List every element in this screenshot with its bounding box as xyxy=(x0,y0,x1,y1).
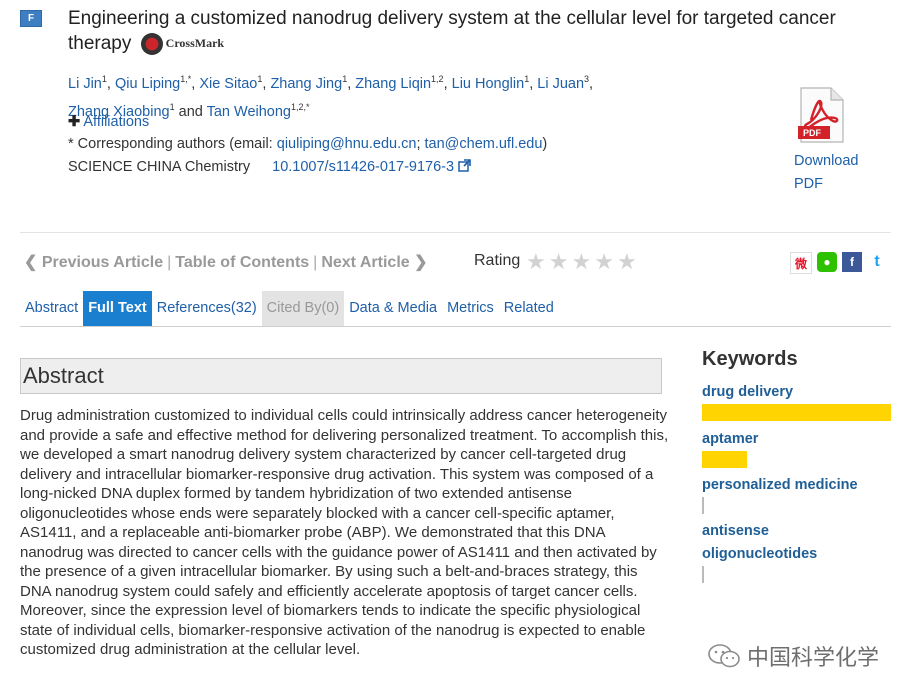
svg-text:PDF: PDF xyxy=(803,128,822,138)
wechat-icon[interactable]: ● xyxy=(817,252,837,272)
watermark-text: 中国科学化学 xyxy=(747,645,880,670)
pdf-label: PDF xyxy=(794,176,823,192)
watermark: 中国科学化学 xyxy=(707,640,879,672)
corresponding-authors: * Corresponding authors (email: qiulipin… xyxy=(68,136,547,152)
keyword-link[interactable]: aptamer xyxy=(702,428,892,451)
affiliations-toggle[interactable]: ✚ Affiliations xyxy=(68,114,149,130)
crossmark-button[interactable]: CrossMark xyxy=(140,31,225,56)
author-item: Li Juan3 xyxy=(537,74,590,92)
keyword-link[interactable]: antisense oligonucleotides xyxy=(702,520,822,566)
share-icons: 微 ● f t xyxy=(790,252,887,274)
rating-star-icon[interactable]: ★ xyxy=(617,250,637,274)
rating-star-icon[interactable]: ★ xyxy=(594,250,614,274)
article-type-badge: F xyxy=(20,10,42,27)
author-affiliation-sup: 3 xyxy=(584,74,590,84)
facebook-icon[interactable]: f xyxy=(842,252,862,272)
abstract-heading: Abstract xyxy=(20,358,662,394)
email-separator: ; xyxy=(416,136,425,152)
tabs-divider xyxy=(20,326,891,327)
author-link[interactable]: Zhang Jing xyxy=(270,76,342,92)
rating-star-icon[interactable]: ★ xyxy=(571,250,591,274)
rating-star-icon[interactable]: ★ xyxy=(549,250,569,274)
tab-metrics[interactable]: Metrics xyxy=(442,291,499,326)
keyword-link[interactable]: personalized medicine xyxy=(702,474,892,497)
twitter-icon[interactable]: t xyxy=(867,252,887,272)
article-tabs: Abstract Full Text References(32) Cited By(… xyxy=(20,291,559,326)
previous-article-link[interactable]: ❮ Previous Article xyxy=(24,254,163,271)
external-link-icon xyxy=(458,159,471,172)
author-affiliation-sup: 1 xyxy=(101,74,107,84)
author-link[interactable]: Li Juan xyxy=(537,76,584,92)
corresponding-prefix: * Corresponding authors (email: xyxy=(68,136,277,152)
affiliations-link[interactable]: Affiliations xyxy=(83,114,149,130)
doi-text: 10.1007/s11426-017-9176-3 xyxy=(272,159,455,175)
tab-data-media[interactable]: Data & Media xyxy=(344,291,442,326)
chevron-right-icon: ❯ xyxy=(414,254,428,271)
tab-full-text[interactable]: Full Text xyxy=(83,291,152,326)
email-link-2[interactable]: tan@chem.ufl.edu xyxy=(425,136,543,152)
article-title-block: Engineering a customized nanodrug delive… xyxy=(68,6,888,56)
author-link[interactable]: Zhang Liqin xyxy=(355,76,431,92)
author-link[interactable]: Qiu Liping xyxy=(115,76,180,92)
and-word: and xyxy=(178,103,203,120)
author-link[interactable]: Xie Sitao xyxy=(199,76,257,92)
tab-references[interactable]: References(32) xyxy=(152,291,262,326)
keyword-link[interactable]: drug delivery xyxy=(702,381,892,404)
tab-cited-by[interactable]: Cited By(0) xyxy=(261,291,345,326)
weibo-icon[interactable]: 微 xyxy=(790,252,812,274)
keyword-frequency-bar xyxy=(702,404,891,421)
article-navigation: ❮ Previous Article | Table of Contents | Nex… xyxy=(24,252,428,272)
chevron-left-icon: ❮ xyxy=(24,254,38,271)
author-affiliation-sup: 1 xyxy=(342,74,348,84)
pdf-icon[interactable]: PDF xyxy=(797,86,847,144)
author-affiliation-sup: 1 xyxy=(169,101,175,112)
download-label: Download xyxy=(794,153,859,169)
nav-separator: | xyxy=(313,254,318,271)
download-pdf-link[interactable]: Download PDF xyxy=(794,150,859,196)
previous-label: Previous Article xyxy=(41,254,164,271)
author-affiliation-sup: 1,2,* xyxy=(290,101,310,112)
keywords-heading: Keywords xyxy=(702,348,798,370)
journal-line: SCIENCE CHINA Chemistry 10.1007/s11426-0… xyxy=(68,159,471,175)
author-affiliation-sup: 1,2 xyxy=(431,74,444,84)
corresponding-suffix: ) xyxy=(542,136,548,152)
keyword-frequency-bar xyxy=(702,566,704,583)
email-link-1[interactable]: qiuliping@hnu.edu.cn xyxy=(277,136,417,152)
author-item: Xie Sitao1 xyxy=(199,74,263,92)
crossmark-icon xyxy=(140,32,163,55)
author-item: Li Jin1 xyxy=(68,74,107,92)
divider xyxy=(20,232,891,233)
author-affiliation-sup: 1,* xyxy=(180,74,192,84)
author-item: Tan Weihong1,2,* xyxy=(207,101,310,120)
journal-name: SCIENCE CHINA Chemistry xyxy=(68,159,251,175)
author-item: Zhang Liqin1,2 xyxy=(355,74,444,92)
author-item: Zhang Jing1 xyxy=(270,74,348,92)
crossmark-label: CrossMark xyxy=(165,36,225,51)
doi-link[interactable]: 10.1007/s11426-017-9176-3 xyxy=(272,159,471,175)
plus-icon: ✚ xyxy=(68,114,81,130)
keyword-frequency-bar xyxy=(702,451,747,468)
author-item: Qiu Liping1,* xyxy=(115,74,192,92)
next-label: Next Article xyxy=(321,254,410,271)
wechat-watermark-icon xyxy=(708,644,740,668)
author-link[interactable]: Tan Weihong xyxy=(207,104,291,120)
rating-stars: ★ ★ ★ ★ ★ xyxy=(526,250,637,274)
rating-star-icon[interactable]: ★ xyxy=(526,250,546,274)
keyword-frequency-bar xyxy=(702,497,704,514)
rating-label: Rating xyxy=(474,252,521,269)
author-link[interactable]: Li Jin xyxy=(68,76,102,92)
author-affiliation-sup: 1 xyxy=(524,74,530,84)
tab-related[interactable]: Related xyxy=(499,291,559,326)
abstract-text: Drug administration customized to indivi… xyxy=(20,407,669,658)
author-list: Li Jin1, Qiu Liping1,*, Xie Sitao1, Zhan… xyxy=(68,74,594,120)
author-affiliation-sup: 1 xyxy=(257,74,263,84)
next-article-link[interactable]: Next Article ❯ xyxy=(321,254,427,271)
table-of-contents-link[interactable]: Table of Contents xyxy=(175,254,309,271)
author-link[interactable]: Liu Honglin xyxy=(452,76,525,92)
tab-abstract[interactable]: Abstract xyxy=(20,291,83,326)
nav-separator: | xyxy=(167,254,172,271)
author-item: Liu Honglin1 xyxy=(452,74,530,92)
